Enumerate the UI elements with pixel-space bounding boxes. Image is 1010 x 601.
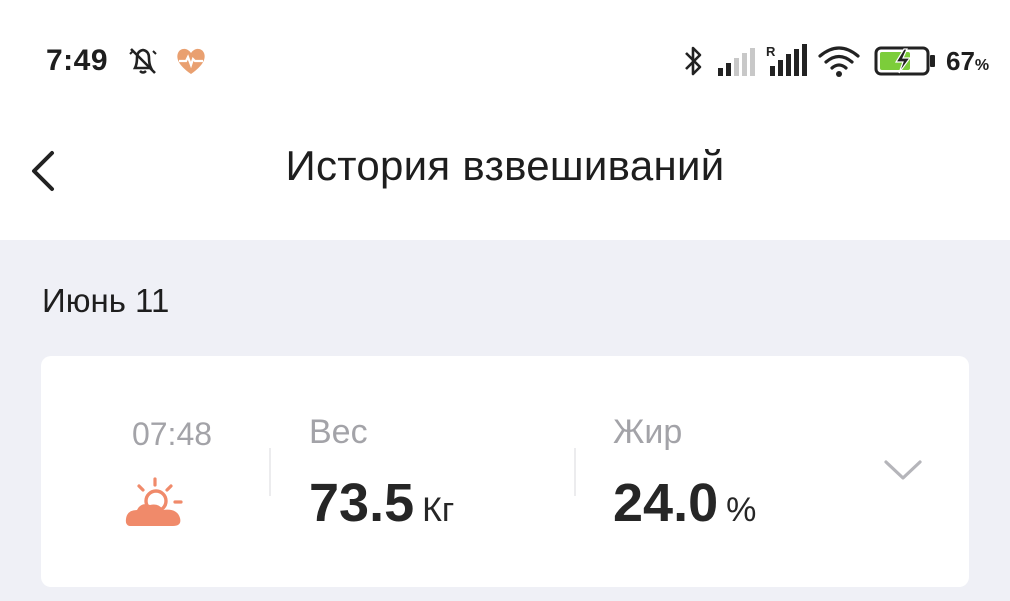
chevron-down-icon (884, 460, 922, 480)
bluetooth-icon (685, 46, 702, 76)
roaming-label: R (766, 44, 776, 59)
wifi-icon (818, 46, 860, 77)
roaming-signal-icon: R (766, 44, 807, 76)
battery-percent: 67% (946, 46, 990, 76)
status-time: 7:49 (46, 44, 109, 77)
status-bar: 7:49 R 67% (0, 0, 1010, 120)
battery-charging-icon (874, 46, 935, 76)
fat-value-group: 24.0% (613, 472, 756, 534)
signal-icon (718, 48, 755, 76)
history-list: Июнь 11 07:48 Вес 73.5 Кг Жир 24.0% (0, 240, 1010, 601)
fat-label: Жир (613, 413, 683, 451)
divider (574, 448, 576, 496)
divider (269, 448, 271, 496)
weight-unit: Кг (422, 491, 455, 529)
fat-value: 24.0 (613, 473, 719, 533)
header: История взвешиваний (0, 120, 1010, 240)
page-title: История взвешиваний (285, 142, 725, 189)
weight-label: Вес (309, 413, 368, 451)
entry-time: 07:48 (131, 416, 213, 452)
heart-rate-icon (177, 48, 205, 74)
silent-alarm-icon (129, 48, 157, 74)
weighing-entry-card[interactable]: 07:48 Вес 73.5 Кг Жир 24.0% (41, 356, 969, 587)
fat-unit: % (726, 491, 757, 529)
weight-value-group: 73.5 Кг (309, 472, 454, 534)
sunrise-icon (125, 477, 183, 526)
expand-button[interactable] (883, 456, 923, 484)
date-header: Июнь 11 (42, 282, 170, 319)
weight-value: 73.5 (309, 473, 415, 533)
